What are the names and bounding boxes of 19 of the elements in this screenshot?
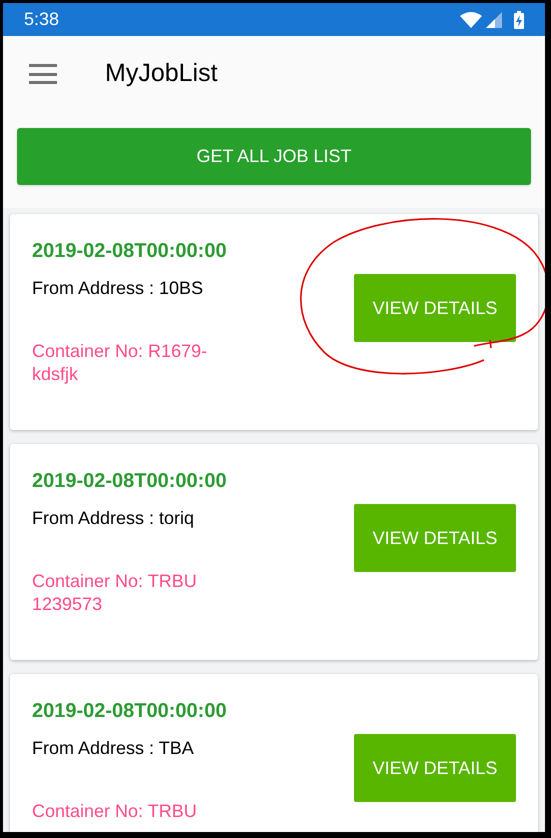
clock: 5:38 (24, 8, 60, 31)
get-all-jobs-button[interactable]: GET ALL JOB LIST (17, 128, 531, 185)
app-title: MyJobList (105, 58, 218, 90)
battery-icon (514, 10, 524, 28)
signal-icon (486, 12, 502, 28)
container-number: Container No: R1679-kdsfjk (32, 340, 208, 386)
container-number: Container No: TRBU (32, 800, 198, 823)
from-address: From Address : toriq (32, 507, 196, 529)
container-number: Container No: TRBU 1239573 (32, 570, 198, 616)
view-details-button[interactable]: VIEW DETAILS (354, 504, 516, 572)
job-date: 2019-02-08T00:00:00 (32, 239, 228, 263)
view-details-button[interactable]: VIEW DETAILS (354, 734, 516, 802)
from-address: From Address : 10BS (32, 277, 204, 299)
job-date: 2019-02-08T00:00:00 (32, 469, 228, 493)
menu-icon[interactable] (29, 64, 57, 84)
wifi-icon (460, 12, 482, 28)
job-date: 2019-02-08T00:00:00 (32, 699, 228, 723)
view-details-button[interactable]: VIEW DETAILS (354, 274, 516, 342)
from-address: From Address : TBA (32, 737, 195, 759)
